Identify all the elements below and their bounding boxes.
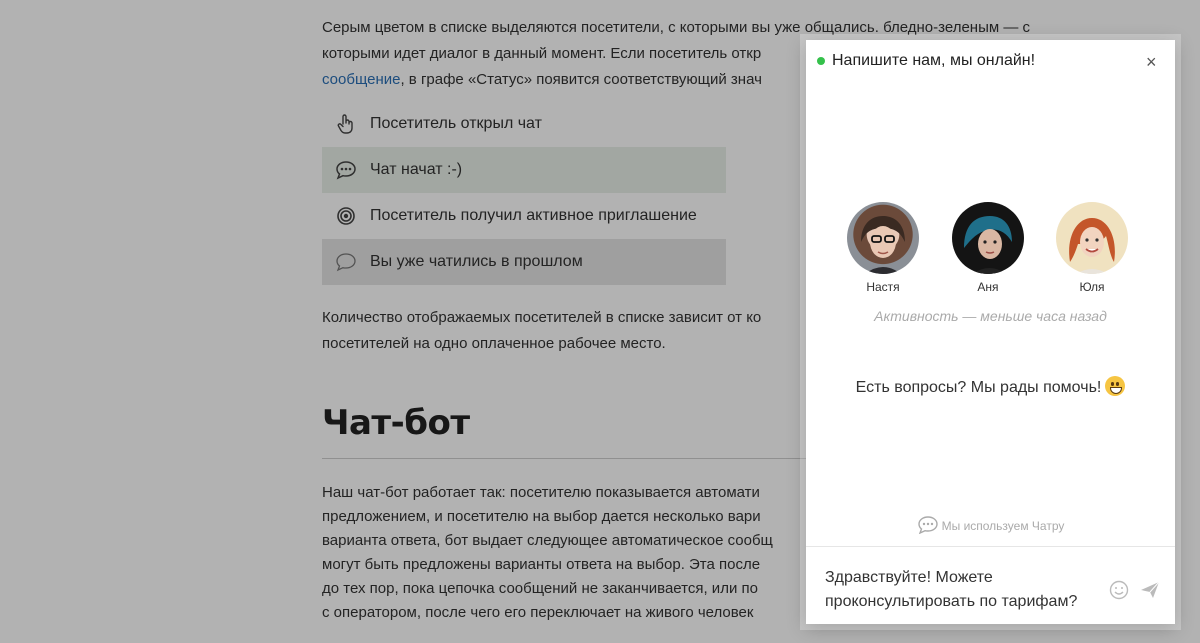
operator-card: Аня xyxy=(948,202,1028,294)
greeting-message: Есть вопросы? Мы рады помочь! xyxy=(806,376,1175,397)
close-icon[interactable]: × xyxy=(1146,52,1157,73)
chat-title: Напишите нам, мы онлайн! xyxy=(832,52,1036,69)
emoji-picker-icon[interactable] xyxy=(1109,580,1129,605)
divider xyxy=(806,546,1175,547)
avatar xyxy=(1056,202,1128,274)
grinning-emoji-icon xyxy=(1105,376,1126,396)
online-status-dot xyxy=(817,57,825,65)
powered-by-text: Мы используем Чатру xyxy=(941,519,1065,533)
message-input[interactable]: Здравствуйте! Можете проконсультировать … xyxy=(825,566,1095,614)
powered-by[interactable]: Мы используем Чатру xyxy=(806,516,1175,535)
chat-widget: Напишите нам, мы онлайн! × Настя Аня Юля… xyxy=(806,40,1175,624)
avatar xyxy=(952,202,1024,274)
operator-card: Настя xyxy=(843,202,923,294)
avatar xyxy=(847,202,919,274)
operator-name: Настя xyxy=(866,280,900,294)
operator-name: Аня xyxy=(977,280,999,294)
chat-header: Напишите нам, мы онлайн! × xyxy=(806,40,1175,82)
activity-status: Активность — меньше часа назад xyxy=(874,308,1107,324)
chatra-logo-icon xyxy=(917,516,938,535)
send-icon[interactable] xyxy=(1139,580,1161,605)
operator-name: Юля xyxy=(1079,280,1105,294)
operator-card: Юля xyxy=(1052,202,1132,294)
greeting-text: Есть вопросы? Мы рады помочь! xyxy=(855,379,1102,396)
